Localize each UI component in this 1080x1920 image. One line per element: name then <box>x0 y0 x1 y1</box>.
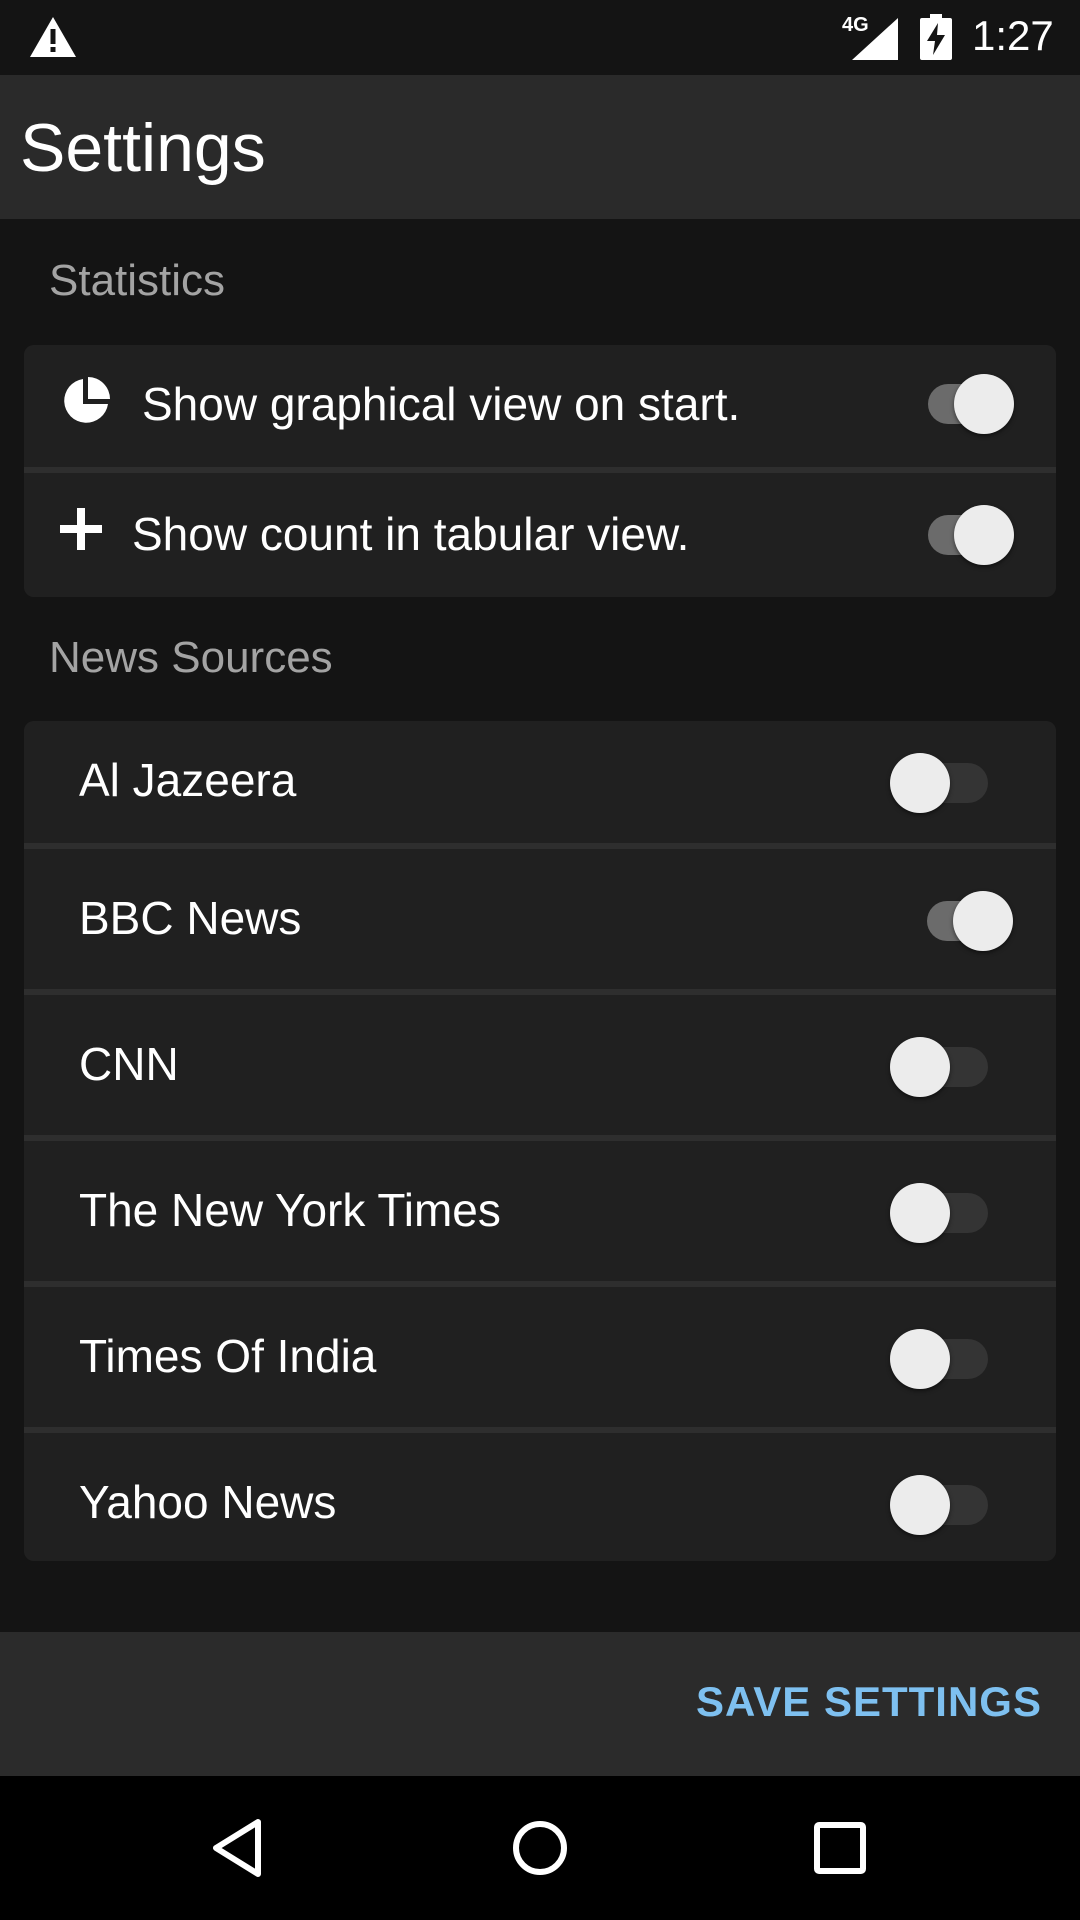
news-source-label: Al Jazeera <box>79 754 297 806</box>
battery-charging-icon <box>920 14 952 60</box>
times-of-india-toggle[interactable] <box>890 1328 990 1390</box>
setting-label: Show count in tabular view. <box>132 508 690 560</box>
recents-icon[interactable] <box>800 1808 880 1888</box>
signal-icon: 4G <box>842 14 898 60</box>
home-icon[interactable] <box>500 1808 580 1888</box>
bbc-news-toggle[interactable] <box>913 890 1013 952</box>
section-header-statistics: Statistics <box>49 256 226 305</box>
news-source-row-times-of-india[interactable]: Times Of India <box>24 1287 1056 1427</box>
news-source-row-yahoo-news[interactable]: Yahoo News <box>24 1433 1056 1561</box>
news-source-row-bbc-news[interactable]: BBC News <box>24 849 1056 989</box>
news-source-label: Yahoo News <box>79 1476 337 1528</box>
clock: 1:27 <box>972 12 1054 59</box>
app-bar: Settings <box>0 75 1080 219</box>
news-source-label: CNN <box>79 1038 179 1090</box>
nyt-toggle[interactable] <box>890 1182 990 1244</box>
pie-chart-icon <box>64 377 110 423</box>
setting-row-graphical-view[interactable]: Show graphical view on start. <box>24 345 1056 467</box>
warning-icon <box>30 17 76 57</box>
news-source-label: Times Of India <box>79 1330 377 1382</box>
section-header-news-sources: News Sources <box>49 633 333 682</box>
news-source-label: The New York Times <box>79 1184 501 1236</box>
status-bar: 4G 1:27 <box>0 0 1080 75</box>
page-title: Settings <box>20 110 266 186</box>
tabular-count-toggle[interactable] <box>914 504 1014 566</box>
news-source-label: BBC News <box>79 892 302 944</box>
news-sources-card: Al Jazeera BBC News CNN The New York Tim… <box>24 721 1056 1561</box>
system-nav-bar <box>0 1776 1080 1920</box>
al-jazeera-toggle[interactable] <box>890 752 990 814</box>
statistics-card: Show graphical view on start. Show count… <box>24 345 1056 597</box>
plus-icon <box>60 508 102 550</box>
setting-label: Show graphical view on start. <box>142 378 741 430</box>
news-source-row-cnn[interactable]: CNN <box>24 995 1056 1135</box>
bottom-action-bar: SAVE SETTINGS <box>0 1632 1080 1776</box>
setting-row-tabular-count[interactable]: Show count in tabular view. <box>24 473 1056 597</box>
news-source-row-al-jazeera[interactable]: Al Jazeera <box>24 721 1056 843</box>
graphical-view-toggle[interactable] <box>914 373 1014 435</box>
save-settings-button[interactable]: SAVE SETTINGS <box>696 1678 1042 1726</box>
news-source-row-nyt[interactable]: The New York Times <box>24 1141 1056 1281</box>
back-icon[interactable] <box>200 1808 280 1888</box>
cnn-toggle[interactable] <box>890 1036 990 1098</box>
yahoo-news-toggle[interactable] <box>890 1474 990 1536</box>
